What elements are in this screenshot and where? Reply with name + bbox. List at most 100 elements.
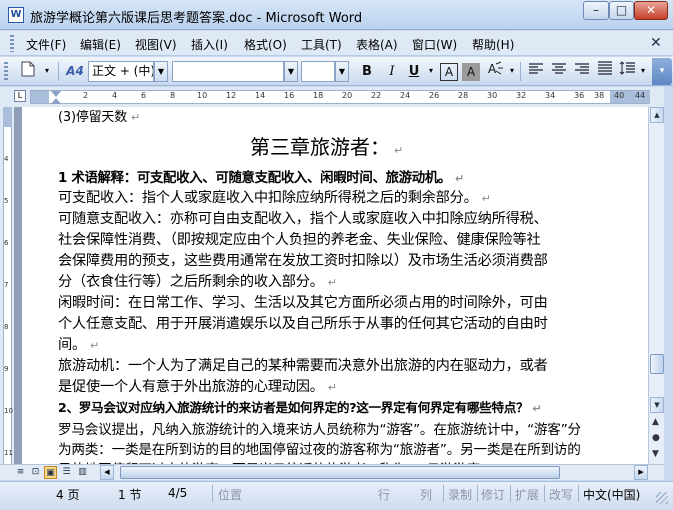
select-browse-object-icon[interactable]: ● [652,433,660,443]
italic-button[interactable]: I [382,61,402,82]
status-overtype[interactable]: 改写 [549,486,573,503]
status-record[interactable]: 录制 [448,486,472,503]
close-button[interactable]: ✕ [634,1,668,20]
menu-view[interactable]: 视图(V) [135,36,177,53]
menu-format[interactable]: 格式(O) [244,36,287,53]
align-center-icon[interactable] [549,61,569,82]
svg-text:A: A [488,62,497,76]
normal-view-icon[interactable]: ≡ [14,466,27,479]
vruler-label: 7 [4,281,9,289]
scroll-down-arrow-icon[interactable]: ▼ [650,397,664,413]
menu-window[interactable]: 窗口(W) [412,36,457,53]
menu-edit[interactable]: 编辑(E) [80,36,121,53]
cut-off-line: (3)停留天数 ↵ [58,110,141,125]
first-line-indent-marker[interactable] [51,91,61,97]
resize-grip-icon[interactable] [656,492,668,504]
underline-button[interactable]: U [404,61,424,82]
doc-line-3: 可随意支配收入：亦称可自由支配收入，指个人或家庭收入中扣除应纳所得税、 [58,211,548,227]
status-position[interactable]: 位置 [218,486,242,503]
doc-line-5: 会保障费用的预支，这些费用通常在发放工资时扣除以）及市场生活必须消费部 [58,253,548,269]
font-combo[interactable] [172,61,284,82]
vruler-label: 6 [4,239,9,247]
ruler-label: 30 [487,91,498,100]
character-border-button[interactable]: A [440,63,458,81]
ruler-label: 4 [112,91,118,100]
scroll-up-arrow-icon[interactable]: ▲ [650,107,664,123]
toolbar-grip[interactable] [4,62,8,81]
line-spacing-icon[interactable] [618,61,636,82]
doc-line-6: 分（衣食住行等）之后所剩余的收入部分。 ↵ [58,274,337,290]
previous-page-icon[interactable]: ▲ [652,417,659,427]
vertical-scrollbar[interactable]: ▲ ▼ ▲ ● ▼ [648,107,664,464]
new-document-icon[interactable] [18,61,38,82]
line-spacing-dropdown-arrow-icon[interactable]: ▾ [636,61,650,82]
web-layout-view-icon[interactable]: ⊡ [29,466,42,479]
style-icon[interactable]: A4 [64,61,86,82]
status-separator [544,485,545,502]
status-bar: 4 页 1 节 4/5 位置 行 列 录制 修订 扩展 改写 中文(中国) [0,481,673,510]
font-size-dropdown-arrow-icon[interactable]: ▼ [335,61,349,82]
character-shading-button[interactable]: A [462,63,480,81]
status-column[interactable]: 列 [420,486,432,503]
status-section[interactable]: 1 节 [118,486,141,503]
status-extend[interactable]: 扩展 [515,486,539,503]
horizontal-scroll-thumb[interactable] [120,466,560,479]
ruler-label: 22 [371,91,382,100]
doc-line-8: 个人任意支配、用于开展消遣娱乐以及自己所乐于从事的任何其它活动的自由时 [58,316,548,332]
scroll-right-arrow-icon[interactable]: ▶ [634,465,648,480]
bold-button[interactable]: B [357,61,377,82]
hanging-indent-marker[interactable] [51,98,61,104]
vruler-label: 9 [4,365,9,373]
justify-icon[interactable] [595,61,615,82]
vertical-ruler[interactable]: 4 5 6 7 8 9 10 11 [0,107,14,464]
minimize-button[interactable]: – [583,1,609,20]
status-language[interactable]: 中文(中国) [583,486,640,503]
horizontal-ruler[interactable]: 2 4 6 8 10 12 14 16 18 20 22 24 26 28 30… [30,90,650,104]
doc-line-2: 可支配收入：指个人或家庭收入中扣除应纳所得税之后的剩余部分。 ↵ [58,190,491,206]
font-size-combo[interactable] [301,61,335,82]
maximize-button[interactable]: □ [609,1,634,20]
font-dropdown-arrow-icon[interactable]: ▼ [284,61,298,82]
menu-table[interactable]: 表格(A) [356,36,398,53]
new-dropdown-arrow-icon[interactable]: ▾ [40,61,54,82]
doc-line-4: 社会保障性消费、（即按规定应由个人负担的养老金、失业保险、健康保险等社 [58,232,541,248]
underline-dropdown-arrow-icon[interactable]: ▾ [424,61,438,82]
outline-view-icon[interactable]: ☰ [60,466,73,479]
menu-file[interactable]: 文件(F) [26,36,66,53]
highlight-dropdown-arrow-icon[interactable]: ▾ [505,61,519,82]
window-title: 旅游学概论第六版课后思考题答案.doc - Microsoft Word [30,11,363,26]
document-close-icon[interactable]: ✕ [650,35,662,51]
style-combo[interactable]: 正文 + (中) [88,61,154,82]
status-page-of[interactable]: 4/5 [168,486,187,500]
menu-tools[interactable]: 工具(T) [301,36,342,53]
doc-line-9: 间。 ↵ [58,337,100,353]
toolbar-separator [520,62,521,81]
ruler-label: 26 [429,91,440,100]
ruler-left-margin [31,91,49,103]
status-page[interactable]: 4 页 [56,486,79,503]
tab-selector[interactable]: L [14,90,26,102]
window-right-border [664,87,673,485]
menu-help[interactable]: 帮助(H) [472,36,514,53]
print-layout-view-icon[interactable]: ▣ [44,466,57,479]
highlight-icon[interactable]: A [484,61,506,82]
word-app-icon[interactable]: W [8,7,24,23]
ruler-label: 32 [516,91,527,100]
ruler-label: 12 [226,91,237,100]
align-right-icon[interactable] [572,61,592,82]
toolbar-options-button[interactable]: ▾ [652,58,672,85]
style-dropdown-arrow-icon[interactable]: ▼ [154,61,168,82]
ruler-label: 8 [170,91,176,100]
menu-grip[interactable] [10,35,14,52]
status-separator [477,485,478,502]
next-page-icon[interactable]: ▼ [652,449,659,459]
reading-layout-view-icon[interactable]: ▥ [76,466,89,479]
vruler-label: 8 [4,323,9,331]
align-left-icon[interactable] [526,61,546,82]
scroll-left-arrow-icon[interactable]: ◀ [100,465,114,480]
ruler-label: 20 [342,91,353,100]
status-track-changes[interactable]: 修订 [481,486,505,503]
menu-insert[interactable]: 插入(I) [191,36,228,53]
status-line[interactable]: 行 [378,486,390,503]
vertical-scroll-thumb[interactable] [650,354,664,374]
